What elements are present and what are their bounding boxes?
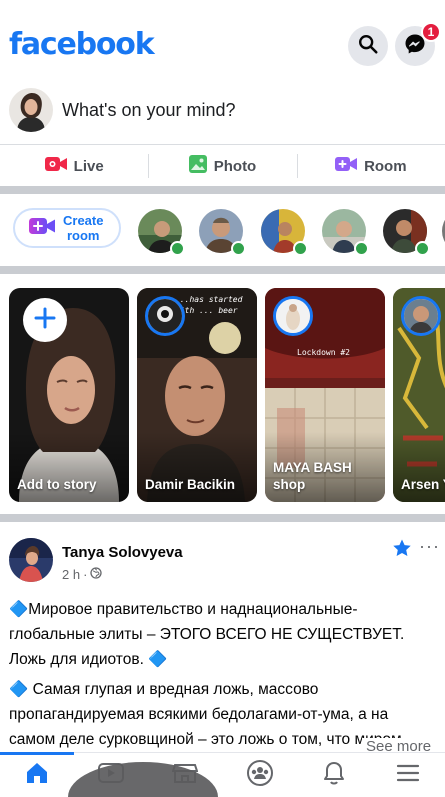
story-author-avatar: [273, 296, 313, 336]
online-friend-avatar[interactable]: [322, 209, 369, 256]
story-overlay-text: ...has started with ... beer: [175, 295, 243, 315]
composer-actions: Live Photo Room: [0, 146, 445, 186]
search-button[interactable]: [348, 26, 388, 66]
story-card[interactable]: Arsen Y: [393, 288, 445, 502]
room-icon: [29, 217, 55, 240]
star-icon: [392, 539, 412, 562]
story-name: MAYA BASH shop: [273, 460, 352, 492]
tab-menu[interactable]: [371, 753, 445, 797]
post-time[interactable]: 2 h: [62, 567, 80, 582]
section-separator: [0, 514, 445, 522]
story-name: Arsen Y: [401, 477, 445, 492]
search-icon: [357, 33, 379, 60]
section-separator: [0, 186, 445, 194]
live-button[interactable]: Live: [0, 146, 148, 186]
messenger-unread-badge: 1: [421, 22, 441, 42]
live-video-icon: [44, 156, 67, 176]
more-options-button[interactable]: ···: [419, 536, 440, 557]
photo-button[interactable]: Photo: [148, 146, 296, 186]
online-status-dot: [231, 241, 246, 256]
online-friend-avatar[interactable]: [199, 209, 246, 256]
messenger-button[interactable]: 1: [395, 22, 441, 66]
photo-icon: [188, 155, 207, 177]
photo-label: Photo: [213, 157, 257, 175]
tab-notifications[interactable]: [297, 753, 371, 797]
plus-icon: [34, 307, 56, 334]
story-card[interactable]: Lockdown #2 MAYA BASH shop: [265, 288, 385, 502]
facebook-logo[interactable]: facebook: [9, 27, 155, 62]
online-status-dot: [354, 241, 369, 256]
post-meta: 2 h ·: [62, 567, 103, 582]
story-name: Add to story: [17, 477, 97, 492]
favorite-star-button[interactable]: [392, 538, 412, 563]
feed-post: Tanya Solovyeva 2 h · ··· 🔷Мировое прави…: [0, 522, 445, 752]
online-status-dot: [293, 241, 308, 256]
post-body: 🔷Мировое правительство и наднациональные…: [9, 597, 437, 752]
top-header: facebook 1: [0, 0, 445, 82]
create-room-label: Create room: [63, 213, 104, 243]
composer-placeholder[interactable]: What's on your mind?: [62, 100, 236, 121]
menu-icon: [396, 763, 420, 788]
tab-home[interactable]: [0, 752, 75, 797]
add-story-button[interactable]: [23, 298, 67, 342]
story-name: Damir Bacikin: [145, 477, 236, 492]
online-status-dot: [170, 241, 185, 256]
groups-icon: [246, 759, 274, 792]
post-author-name[interactable]: Tanya Solovyeva: [62, 544, 183, 561]
online-status-dot: [415, 241, 430, 256]
online-friend-avatar[interactable]: [138, 209, 185, 256]
story-overlay-text: Lockdown #2: [297, 348, 350, 357]
ellipsis-icon: ···: [419, 536, 440, 556]
rooms-row: Create room: [0, 194, 445, 266]
room-label: Room: [364, 157, 407, 175]
post-paragraph: 🔷Мировое правительство и наднациональные…: [9, 601, 405, 668]
room-icon: [335, 156, 358, 176]
globe-icon: [90, 567, 103, 582]
online-friend-avatar[interactable]: [383, 209, 430, 256]
story-author-avatar: [401, 296, 441, 336]
add-to-story-card[interactable]: Add to story: [9, 288, 129, 502]
home-icon: [24, 760, 50, 791]
live-label: Live: [73, 157, 104, 175]
bell-icon: [322, 760, 346, 791]
facebook-feed-screen: facebook 1 What's on your mind? Live Pho…: [0, 0, 445, 797]
online-friend-avatar[interactable]: [261, 209, 308, 256]
tab-groups[interactable]: [223, 753, 297, 797]
composer-divider: [0, 144, 445, 145]
stories-tray: Add to story ...has started with ... bee…: [0, 274, 445, 514]
bottom-navigation: [0, 752, 445, 797]
section-separator: [0, 266, 445, 274]
room-button[interactable]: Room: [296, 146, 445, 186]
post-composer[interactable]: What's on your mind?: [0, 82, 445, 144]
user-avatar[interactable]: [9, 88, 53, 132]
see-more-link[interactable]: See more: [362, 738, 432, 752]
story-card[interactable]: ...has started with ... beer Damir Bacik…: [137, 288, 257, 502]
create-room-button[interactable]: Create room: [13, 208, 121, 248]
story-author-avatar: [145, 296, 185, 336]
post-author-avatar[interactable]: [9, 538, 53, 582]
